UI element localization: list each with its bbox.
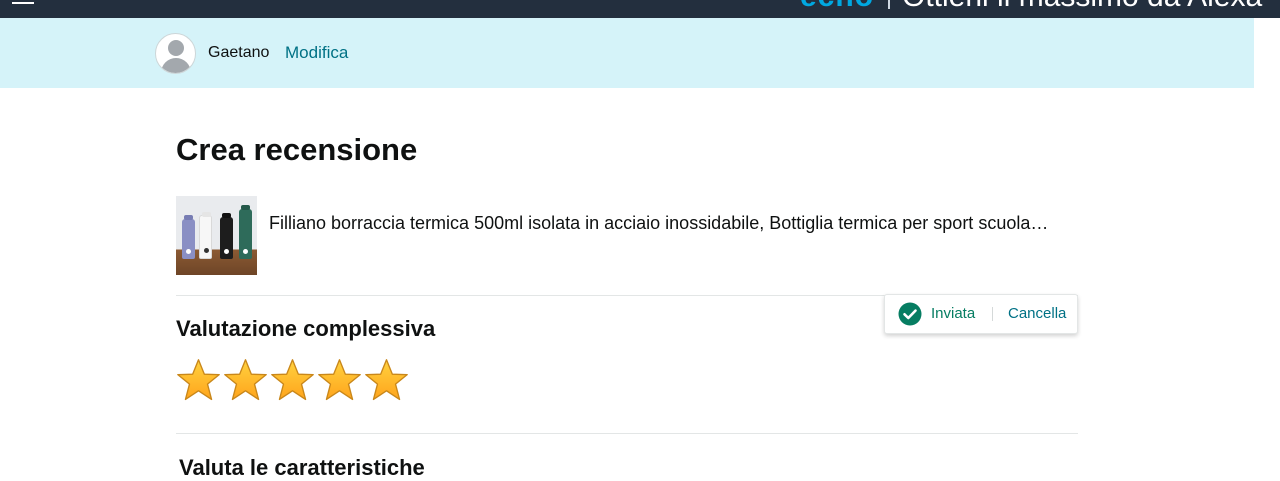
status-separator: [992, 307, 993, 321]
edit-profile-link[interactable]: Modifica: [285, 43, 348, 63]
star-icon[interactable]: [317, 358, 362, 403]
star-rating[interactable]: [176, 358, 409, 404]
status-sent-label: Inviata: [931, 305, 976, 322]
overall-rating-title: Valutazione complessiva: [176, 316, 436, 341]
hamburger-menu-icon[interactable]: [12, 0, 36, 4]
bottle-white: [199, 212, 212, 259]
top-navigation-bar: echo Ottieni il massimo da Alexa: [0, 0, 1280, 18]
star-icon[interactable]: [223, 358, 268, 403]
section-divider: [176, 433, 1078, 434]
star-icon[interactable]: [364, 358, 409, 403]
star-icon[interactable]: [270, 358, 315, 403]
bottle-purple: [182, 215, 195, 259]
user-avatar-icon: [155, 33, 196, 74]
bottle-black: [220, 213, 233, 259]
banner-brand[interactable]: echo: [800, 0, 874, 14]
cancel-rating-link[interactable]: Cancella: [1008, 305, 1066, 322]
rating-status-box: Inviata Cancella: [884, 294, 1078, 334]
page-edge: [1254, 18, 1280, 474]
bottle-green: [239, 205, 252, 259]
page-title: Crea recensione: [176, 132, 418, 167]
features-rating-title: Valuta le caratteristiche: [179, 455, 425, 480]
product-title[interactable]: Filliano borraccia termica 500ml isolata…: [269, 213, 1048, 234]
banner-tagline[interactable]: Ottieni il massimo da Alexa: [902, 0, 1262, 14]
star-icon[interactable]: [176, 358, 221, 403]
check-circle-icon: [898, 302, 922, 326]
user-name: Gaetano: [208, 44, 270, 61]
product-image: [176, 196, 257, 275]
banner-divider: [888, 0, 890, 9]
user-profile-bar: Gaetano Modifica: [0, 18, 1254, 88]
